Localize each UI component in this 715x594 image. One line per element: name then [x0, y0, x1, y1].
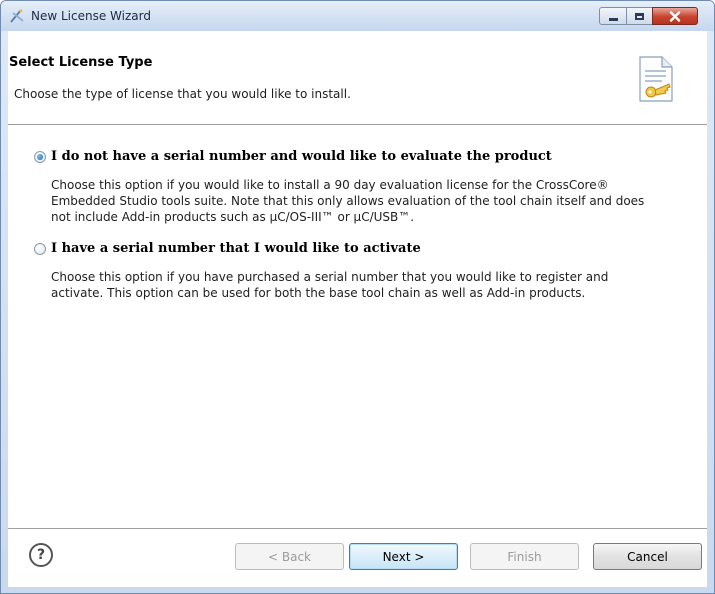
minimize-icon	[608, 17, 618, 21]
wizard-icon	[10, 9, 24, 23]
activate-option-label[interactable]: I have a serial number that I would like…	[51, 241, 421, 256]
maximize-icon	[635, 12, 644, 20]
minimize-button[interactable]	[599, 7, 627, 25]
title-bar[interactable]: New License Wizard	[1, 1, 714, 31]
description-line: activate. This option can be used for bo…	[51, 286, 586, 300]
description-line: not include Add-in products such as µC/O…	[51, 210, 415, 224]
description-line: Embedded Studio tools suite. Note that t…	[51, 194, 645, 208]
close-icon	[669, 10, 681, 22]
description-line: Choose this option if you would like to …	[51, 178, 609, 192]
option-activate[interactable]: I have a serial number that I would like…	[34, 241, 421, 256]
header-divider-highlight	[8, 125, 707, 126]
next-button[interactable]: Next >	[349, 543, 458, 570]
help-icon[interactable]: ?	[29, 543, 53, 567]
activate-radio[interactable]	[34, 242, 46, 255]
evaluate-option-label[interactable]: I do not have a serial number and would …	[51, 149, 552, 164]
page-title: Select License Type	[9, 55, 153, 70]
wizard-header: Select License Type Choose the type of l…	[8, 31, 707, 117]
cancel-button[interactable]: Cancel	[593, 543, 702, 570]
radio-selected-dot	[37, 153, 43, 160]
footer-divider-highlight	[8, 529, 707, 530]
finish-button[interactable]: Finish	[470, 543, 579, 570]
page-description: Choose the type of license that you woul…	[14, 87, 351, 101]
back-button[interactable]: < Back	[235, 543, 344, 570]
license-document-key-icon	[639, 56, 673, 102]
close-button[interactable]	[652, 7, 698, 25]
evaluate-option-description: Choose this option if you would like to …	[51, 177, 701, 225]
wizard-content: Select License Type Choose the type of l…	[8, 31, 707, 587]
activate-option-description: Choose this option if you have purchased…	[51, 269, 701, 301]
description-line: Choose this option if you have purchased…	[51, 270, 609, 284]
evaluate-radio[interactable]	[34, 150, 46, 163]
option-evaluate[interactable]: I do not have a serial number and would …	[34, 149, 552, 164]
wizard-window: New License Wizard Select License Type C…	[0, 0, 715, 594]
window-title: New License Wizard	[31, 9, 151, 23]
maximize-button[interactable]	[626, 7, 653, 25]
